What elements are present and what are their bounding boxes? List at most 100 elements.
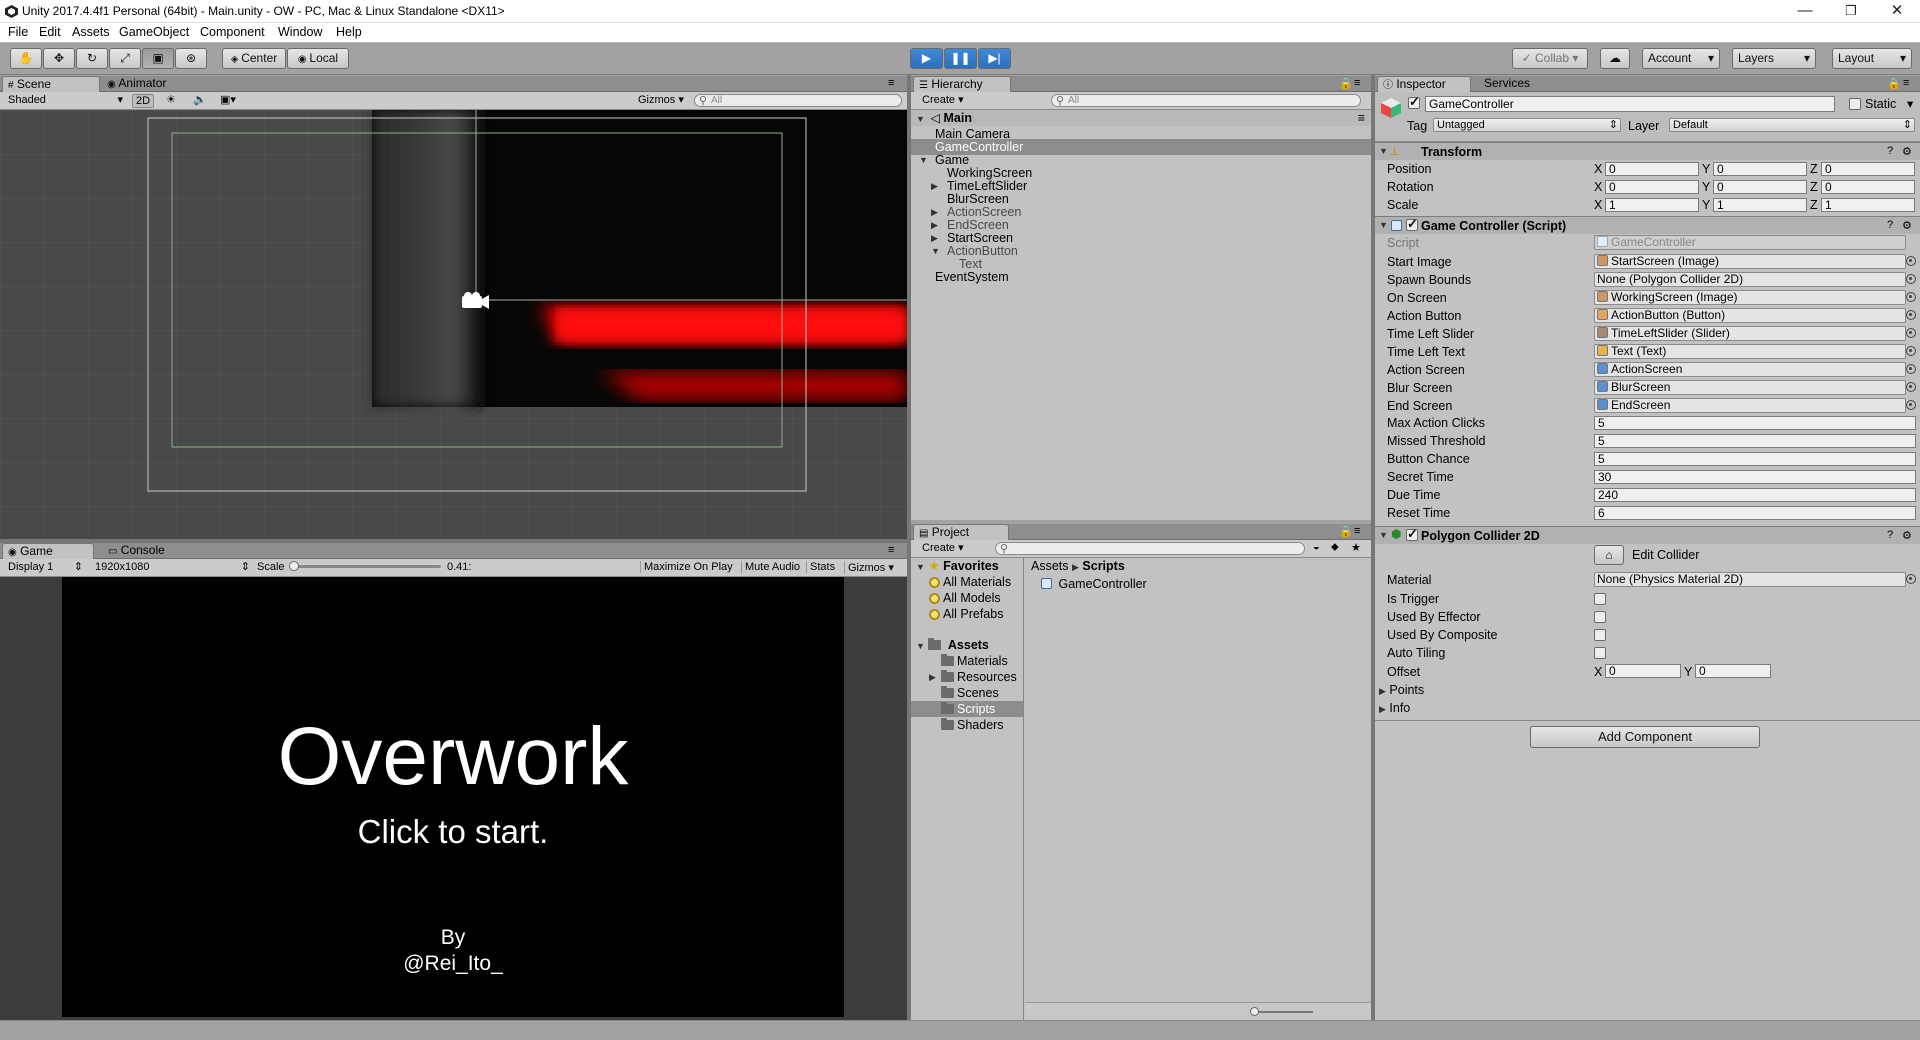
game-viewport[interactable]: Overwork Click to start. By @Rei_Ito_ [0, 577, 907, 1020]
collider-option-checkbox[interactable] [1594, 593, 1606, 605]
step-button[interactable]: ▶| [978, 48, 1011, 69]
gear-icon[interactable]: ⚙ [1902, 219, 1912, 232]
scale-slider[interactable] [289, 561, 441, 571]
collider-enabled-checkbox[interactable] [1406, 526, 1418, 542]
reference-field[interactable]: StartScreen (Image) [1594, 254, 1906, 269]
static-checkbox[interactable] [1849, 98, 1861, 110]
panel-menu-icon[interactable]: ≡ [888, 544, 894, 556]
gear-icon[interactable]: ⚙ [1902, 145, 1912, 158]
stats-toggle[interactable]: Stats [806, 561, 835, 573]
breadcrumb-root[interactable]: Assets [1031, 559, 1069, 573]
audio-icon[interactable]: 🔈 [193, 93, 207, 106]
object-picker-icon[interactable] [1906, 310, 1916, 320]
filter-label-icon[interactable]: ⬥ [1331, 541, 1339, 554]
help-icon[interactable]: ? [1887, 219, 1893, 231]
object-picker-icon[interactable] [1906, 256, 1916, 266]
close-button[interactable]: ✕ [1874, 0, 1920, 23]
collab-dropdown[interactable]: ✓ Collab ▾ [1512, 48, 1588, 69]
layer-dropdown[interactable]: Default ⇕ [1669, 118, 1915, 132]
object-picker-icon[interactable] [1906, 364, 1916, 374]
pivot-center-button[interactable]: ◈ Center [222, 48, 286, 69]
transform-x-field[interactable]: 0 [1605, 180, 1699, 194]
panel-menu-icon[interactable]: ≡ [1354, 525, 1360, 537]
edit-collider-button[interactable]: ⌂ [1594, 545, 1624, 565]
reference-field[interactable]: None (Polygon Collider 2D) [1594, 272, 1906, 287]
help-icon[interactable]: ? [1887, 529, 1893, 541]
transform-y-field[interactable]: 0 [1713, 162, 1807, 176]
favorite-item[interactable]: All Models [929, 590, 1001, 606]
object-picker-icon[interactable] [1906, 328, 1916, 338]
transform-header[interactable]: ▼ ⊥ Transform ? ⚙ [1375, 142, 1920, 160]
project-search-input[interactable] [995, 542, 1305, 555]
camera-gizmo-icon[interactable] [460, 288, 492, 316]
tag-dropdown[interactable]: Untagged ⇕ [1433, 118, 1621, 132]
lock-icon[interactable]: 🔒 [1339, 77, 1353, 90]
lighting-icon[interactable]: ☀ [166, 93, 176, 106]
cloud-button[interactable]: ☁ [1600, 48, 1630, 69]
reference-field[interactable]: EndScreen [1594, 398, 1906, 413]
reference-field[interactable]: WorkingScreen (Image) [1594, 290, 1906, 305]
transform-z-field[interactable]: 1 [1821, 198, 1915, 212]
menu-help[interactable]: Help [336, 25, 362, 39]
tab-project[interactable]: ▤ Project [913, 524, 1009, 540]
material-field[interactable]: None (Physics Material 2D) [1594, 572, 1906, 587]
folder-item[interactable]: ▶ Resources [911, 669, 1023, 685]
hierarchy-search-input[interactable]: All [1051, 94, 1361, 107]
collapsed-arrow-icon[interactable]: ▶ [929, 669, 936, 685]
object-active-checkbox[interactable] [1408, 94, 1420, 110]
favorite-star-icon[interactable]: ★ [1351, 541, 1361, 554]
scale-slider-thumb[interactable] [289, 561, 299, 571]
reference-field[interactable]: Text (Text) [1594, 344, 1906, 359]
folder-item[interactable]: Shaders [911, 717, 1023, 733]
hand-tool-button[interactable]: ✋ [10, 48, 42, 69]
object-picker-icon[interactable] [1906, 292, 1916, 302]
file-item[interactable]: GameController [1041, 576, 1147, 592]
scene-search-input[interactable]: All [694, 94, 902, 107]
number-field[interactable]: 5 [1594, 452, 1916, 466]
project-create-dropdown[interactable]: Create ▾ [919, 542, 967, 556]
pivot-local-button[interactable]: ◉ Local [287, 48, 349, 69]
rect-tool-button[interactable]: ▣ [142, 48, 174, 69]
info-foldout[interactable]: ▶ Info [1379, 701, 1410, 715]
add-component-button[interactable]: Add Component [1530, 726, 1760, 748]
collider-option-checkbox[interactable] [1594, 647, 1606, 659]
hierarchy-item[interactable]: EventSystem [911, 269, 1371, 285]
object-picker-icon[interactable] [1906, 274, 1916, 284]
game-gizmos-dropdown[interactable]: Gizmos ▾ [844, 561, 894, 574]
account-dropdown[interactable]: Account ▾ [1642, 48, 1720, 69]
reference-field[interactable]: ActionScreen [1594, 362, 1906, 377]
number-field[interactable]: 30 [1594, 470, 1916, 484]
panel-menu-icon[interactable]: ≡ [1903, 77, 1909, 89]
script-component-header[interactable]: ▼ Game Controller (Script) ? ⚙ [1375, 216, 1920, 234]
object-picker-icon[interactable] [1906, 400, 1916, 410]
favorite-item[interactable]: All Prefabs [929, 606, 1003, 622]
points-foldout[interactable]: ▶ Points [1379, 683, 1424, 697]
reference-field[interactable]: BlurScreen [1594, 380, 1906, 395]
scene-gizmos-dropdown[interactable]: Gizmos ▾ [635, 94, 687, 108]
display-dropdown[interactable]: Display 1 ⇕ [5, 561, 85, 575]
assets-row[interactable]: ▼ Assets [911, 637, 989, 653]
play-button[interactable]: ▶ [910, 48, 943, 69]
folder-item[interactable]: Scripts [911, 701, 1023, 717]
favorite-item[interactable]: All Materials [929, 574, 1011, 590]
transform-y-field[interactable]: 0 [1713, 180, 1807, 194]
script-enabled-checkbox[interactable] [1406, 216, 1418, 232]
filter-type-icon[interactable]: ◒ [1313, 541, 1320, 553]
maximize-button[interactable]: ❐ [1828, 0, 1874, 23]
collider-header[interactable]: ▼ ⬢ Polygon Collider 2D ? ⚙ [1375, 526, 1920, 544]
collider-option-checkbox[interactable] [1594, 629, 1606, 641]
offset-y-field[interactable]: 0 [1695, 664, 1771, 678]
transform-x-field[interactable]: 1 [1605, 198, 1699, 212]
transform-z-field[interactable]: 0 [1821, 162, 1915, 176]
lock-icon[interactable]: 🔒 [1339, 525, 1353, 538]
breadcrumb-current[interactable]: Scripts [1082, 559, 1124, 573]
panel-menu-icon[interactable]: ≡ [1354, 77, 1360, 89]
mute-audio-toggle[interactable]: Mute Audio [741, 561, 800, 573]
panel-menu-icon[interactable]: ≡ [888, 77, 894, 89]
icon-size-slider-thumb[interactable] [1250, 1007, 1259, 1016]
tab-inspector[interactable]: ⓘ Inspector [1377, 76, 1471, 92]
transform-y-field[interactable]: 1 [1713, 198, 1807, 212]
transform-x-field[interactable]: 0 [1605, 162, 1699, 176]
tab-services[interactable]: Services [1479, 76, 1549, 92]
reference-field[interactable]: TimeLeftSlider (Slider) [1594, 326, 1906, 341]
